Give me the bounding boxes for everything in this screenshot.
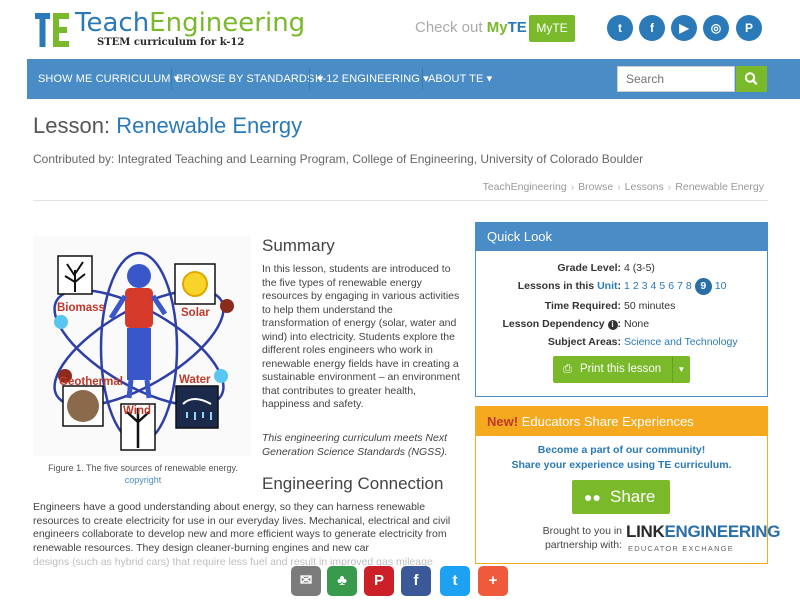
myte-button[interactable]: MyTE <box>529 15 575 42</box>
classroom-share-icon[interactable]: ♣ <box>327 566 357 596</box>
breadcrumb-separator: › <box>570 181 575 193</box>
email-share-icon[interactable]: ✉ <box>291 566 321 596</box>
summary-text: In this lesson, students are introduced … <box>262 263 460 410</box>
partnership-text: Brought to you in partnership with: <box>542 525 622 551</box>
breadcrumb-home[interactable]: TeachEngineering <box>483 181 567 193</box>
time-required-label: Time Required: <box>544 300 621 312</box>
figure-copyright-link[interactable]: copyright <box>33 475 253 485</box>
breadcrumb-separator: › <box>617 181 621 193</box>
time-required-value: 50 minutes <box>624 300 676 312</box>
nav-divider <box>309 68 310 90</box>
quick-look-title: Quick Look <box>476 223 767 251</box>
chevron-down-icon: ▾ <box>486 73 493 85</box>
logo-wordmark: TeachEngineering <box>75 8 306 38</box>
summary-heading: Summary <box>262 236 335 255</box>
linkengineering-logo[interactable]: LINKENGINEERING EDUCATOR EXCHANGE <box>626 522 780 558</box>
lesson-number-link[interactable]: 6 <box>668 280 674 292</box>
users-icon: ●● <box>584 489 601 505</box>
current-lesson-badge: 9 <box>694 278 712 295</box>
engineering-connection-text: Engineers have a good understanding abou… <box>33 501 451 554</box>
ngss-note: This engineering curriculum meets Next G… <box>262 432 448 458</box>
share-button[interactable]: ●● Share <box>572 480 670 514</box>
twitter-share-icon[interactable]: t <box>440 566 470 596</box>
search-icon <box>744 72 758 85</box>
lesson-number-list: 1 2 3 4 5 6 7 8 9 10 <box>624 278 729 295</box>
lesson-number-link[interactable]: 4 <box>651 280 657 292</box>
grade-level-value: 4 (3-5) <box>624 262 655 274</box>
figure-label-wind: Wind <box>123 405 151 417</box>
facebook-share-icon[interactable]: f <box>401 566 431 596</box>
figure-label-geothermal: Geothermal <box>59 376 123 388</box>
community-invite-link[interactable]: Become a part of our community! <box>476 444 767 456</box>
lesson-number-link[interactable]: 1 <box>624 280 630 292</box>
myte-promo: Check out MyTE <box>415 19 527 36</box>
figure-label-water: Water <box>179 374 211 386</box>
nav-divider <box>171 68 172 90</box>
breadcrumb-separator: › <box>667 181 672 193</box>
nav-browse-by-standards[interactable]: BROWSE BY STANDARDS ▾ <box>176 72 323 85</box>
grade-level-label: Grade Level: <box>557 262 621 274</box>
print-icon: ⎙ <box>563 363 573 375</box>
engineering-connection-heading: Engineering Connection <box>262 474 444 493</box>
print-options-dropdown[interactable]: ▼ <box>672 356 690 383</box>
lesson-dependency-label: Lesson Dependency i: <box>502 318 621 330</box>
nav-show-me-curriculum[interactable]: SHOW ME CURRICULUM ▾ <box>38 72 179 85</box>
lesson-number-link[interactable]: 8 <box>686 280 692 292</box>
breadcrumb: TeachEngineering › Browse › Lessons › Renewabl… <box>483 181 764 193</box>
youtube-icon[interactable]: ▶ <box>671 15 697 41</box>
nav-about-te[interactable]: ABOUT TE ▾ <box>428 72 492 85</box>
share-experience-link[interactable]: Share your experience using TE curriculu… <box>476 459 767 471</box>
figure-caption: Figure 1. The five sources of renewable … <box>48 463 238 473</box>
educators-share-panel: New! Educators Share Experiences Become … <box>475 406 780 564</box>
divider <box>33 200 768 201</box>
teachengineering-logo[interactable]: TeachEngineering STEM curriculum for k-1… <box>35 8 305 50</box>
page: TeachEngineering STEM curriculum for k-1… <box>0 0 800 600</box>
lesson-number-link[interactable]: 5 <box>659 280 665 292</box>
lessons-in-unit-label: Lessons in this Unit: <box>517 280 621 292</box>
info-icon[interactable]: i <box>607 320 618 330</box>
breadcrumb-lessons[interactable]: Lessons <box>625 181 664 193</box>
nav-divider <box>422 68 423 90</box>
subject-areas-link[interactable]: Science and Technology <box>624 336 738 348</box>
print-lesson-button[interactable]: ⎙ Print this lesson ▼ <box>553 356 690 383</box>
pinterest-icon[interactable]: P <box>736 15 762 41</box>
te-logo-icon <box>35 13 69 47</box>
renewable-energy-figure: Biomass Solar Geothermal Water Wind <box>33 236 251 456</box>
lesson-number-link[interactable]: 3 <box>642 280 648 292</box>
logo-tagline: STEM curriculum for k-12 <box>97 37 245 48</box>
educators-share-title: New! Educators Share Experiences <box>476 407 767 436</box>
unit-link[interactable]: Unit <box>597 280 617 292</box>
breadcrumb-current: Renewable Energy <box>675 181 764 193</box>
figure-label-solar: Solar <box>181 307 210 319</box>
quick-look-panel: Quick Look Grade Level: 4 (3-5) Lessons … <box>475 222 768 397</box>
breadcrumb-browse[interactable]: Browse <box>578 181 613 193</box>
twitter-icon[interactable]: t <box>607 15 633 41</box>
subject-areas-label: Subject Areas: <box>547 336 621 348</box>
contributed-by: Contributed by: Integrated Teaching and … <box>33 152 644 166</box>
facebook-icon[interactable]: f <box>639 15 665 41</box>
pinterest-share-icon[interactable]: P <box>364 566 394 596</box>
search-button[interactable] <box>736 66 767 92</box>
lesson-number-link[interactable]: 10 <box>715 280 727 292</box>
page-title: Lesson: Renewable Energy <box>33 113 303 138</box>
nav-k12-engineering[interactable]: K-12 ENGINEERING ▾ <box>315 72 429 85</box>
lesson-number-link[interactable]: 7 <box>677 280 683 292</box>
lesson-dependency-value: None <box>624 318 650 330</box>
energy-atom-illustration: Biomass Solar Geothermal Water Wind <box>53 251 234 451</box>
lesson-number-link[interactable]: 2 <box>633 280 639 292</box>
main-nav: SHOW ME CURRICULUM ▾ BROWSE BY STANDARDS… <box>27 59 800 99</box>
figure-label-biomass: Biomass <box>57 302 105 314</box>
instagram-icon[interactable]: ◎ <box>703 15 729 41</box>
search-input[interactable] <box>617 66 735 92</box>
more-share-icon[interactable]: + <box>478 566 508 596</box>
